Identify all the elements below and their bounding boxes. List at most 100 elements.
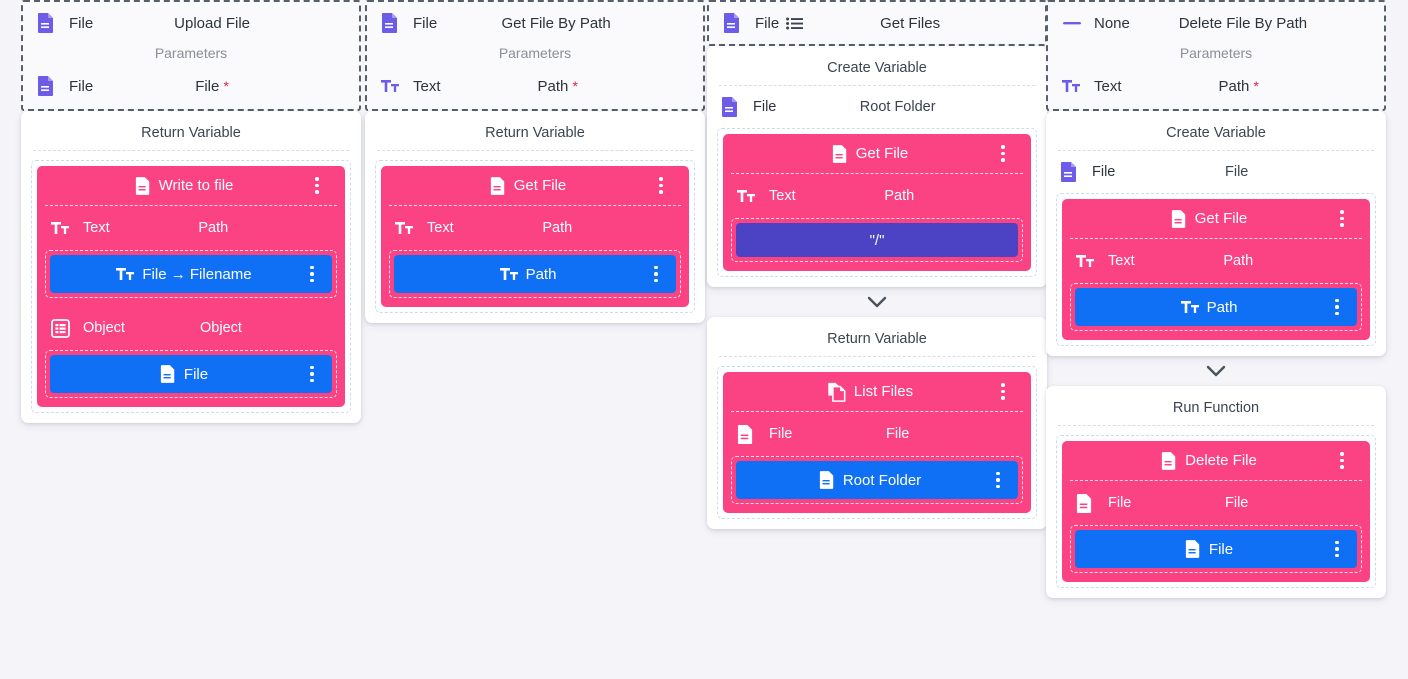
node-write-to-file[interactable]: Write to file Text Path File → Filename … [37, 166, 345, 407]
node-param-row: Object Object [37, 306, 345, 350]
function-signature[interactable]: None Delete File By Path Parameters Text… [1046, 0, 1386, 111]
node-header[interactable]: Get File [1070, 199, 1362, 239]
file-icon [135, 176, 151, 196]
param-type: File [1108, 495, 1132, 511]
return-variable-card: Return Variable Write to file Text Path … [21, 111, 361, 423]
signature-return-type-text: File [755, 14, 780, 32]
value-drop-slot[interactable]: "/" [731, 218, 1023, 262]
signature-return-type: File [413, 14, 438, 32]
function-column-upload-file: File Upload File Parameters File File * … [21, 0, 361, 423]
text-format-icon [737, 188, 763, 204]
node-label: Get File [513, 177, 567, 194]
value-drop-slot[interactable]: File → Filename [45, 250, 337, 298]
node-label: File → Filename [142, 265, 252, 283]
text-format-icon [1062, 78, 1088, 94]
file-icon [160, 364, 176, 384]
kebab-menu-icon[interactable] [653, 177, 669, 194]
node-root-folder[interactable]: Root Folder [736, 461, 1018, 499]
kebab-menu-icon[interactable] [304, 265, 320, 283]
signature-return-row: File Upload File [23, 4, 359, 42]
node-label: Delete File [1185, 452, 1257, 469]
node-drop-slot[interactable]: Get File Text Path Path [375, 160, 695, 313]
param-type: Text [83, 220, 110, 236]
list-icon [786, 17, 804, 30]
node-list-files[interactable]: List Files File File Root Folder [723, 372, 1031, 513]
node-file[interactable]: File [50, 355, 332, 393]
function-signature[interactable]: File Get File By Path Parameters Text Pa… [365, 0, 705, 111]
kebab-menu-icon[interactable] [995, 383, 1011, 400]
node-drop-slot[interactable]: Get File Text Path Path [1056, 193, 1376, 346]
param-type: Text [1108, 253, 1135, 269]
node-get-file[interactable]: Get File Text Path "/" [723, 134, 1031, 271]
signature-function-name: Upload File [174, 14, 251, 32]
node-param-row: File File [723, 412, 1031, 456]
required-marker: * [223, 77, 229, 94]
node-get-file[interactable]: Get File Text Path Path [1062, 199, 1370, 340]
chevron-down-icon [867, 296, 887, 309]
parameter-name-text: Path [1218, 77, 1250, 95]
return-variable-card: Return Variable Get File Text Path Path [365, 111, 705, 323]
node-file-filename[interactable]: File → Filename [50, 255, 332, 293]
parameter-type: Text [413, 77, 441, 95]
node-file[interactable]: File [1075, 530, 1357, 568]
kebab-menu-icon[interactable] [648, 265, 664, 283]
value-drop-slot[interactable]: File [1070, 525, 1362, 573]
node-drop-slot[interactable]: Delete File File File File [1056, 435, 1376, 588]
literal-value-node[interactable]: "/" [736, 223, 1018, 257]
value-drop-slot[interactable]: Root Folder [731, 456, 1023, 504]
node-label: List Files [853, 383, 914, 400]
value-drop-slot[interactable]: Path [1070, 283, 1362, 331]
text-format-icon [381, 78, 407, 94]
function-signature[interactable]: File Upload File Parameters File File * [21, 0, 361, 111]
node-delete-file[interactable]: Delete File File File File [1062, 441, 1370, 582]
card-title: Return Variable [377, 117, 693, 151]
parameters-label: Parameters [1179, 45, 1253, 61]
node-get-file[interactable]: Get File Text Path Path [381, 166, 689, 307]
function-column-delete-file-by-path: None Delete File By Path Parameters Text… [1046, 0, 1386, 598]
flow-connector [1046, 356, 1386, 386]
text-format-icon [1180, 299, 1199, 315]
chevron-down-icon [1206, 365, 1226, 378]
file-icon [1060, 161, 1086, 183]
node-param-row: File File [1062, 481, 1370, 525]
kebab-menu-icon[interactable] [1334, 210, 1350, 227]
node-label: Path [525, 265, 557, 283]
kebab-menu-icon[interactable] [304, 365, 320, 383]
node-param-row: Text Path [37, 206, 345, 250]
kebab-menu-icon[interactable] [1329, 540, 1345, 558]
signature-function-name: Get Files [880, 14, 941, 32]
parameter-name: File * [93, 78, 345, 95]
file-icon [721, 96, 747, 118]
signature-return-type: File [69, 14, 94, 32]
node-header[interactable]: Get File [389, 166, 681, 206]
param-name: File [886, 426, 910, 442]
parameter-name-text: Path [537, 77, 569, 95]
kebab-menu-icon[interactable] [1329, 298, 1345, 316]
node-header[interactable]: List Files [731, 372, 1023, 412]
function-signature[interactable]: File Get Files [707, 0, 1047, 46]
node-path[interactable]: Path [1075, 288, 1357, 326]
kebab-menu-icon[interactable] [1334, 452, 1350, 469]
param-name: Path [1223, 253, 1254, 269]
node-header[interactable]: Delete File [1070, 441, 1362, 481]
node-drop-slot[interactable]: List Files File File Root Folder [717, 366, 1037, 519]
param-type: Object [83, 320, 125, 336]
signature-parameter-row[interactable]: Text Path * [1048, 67, 1384, 105]
kebab-menu-icon[interactable] [309, 177, 325, 194]
parameter-name: Path * [1122, 78, 1370, 95]
node-header[interactable]: Get File [731, 134, 1023, 174]
node-label: Write to file [158, 177, 234, 194]
kebab-menu-icon[interactable] [990, 471, 1006, 489]
node-drop-slot[interactable]: Write to file Text Path File → Filename … [31, 160, 351, 413]
kebab-menu-icon[interactable] [995, 145, 1011, 162]
text-format-icon [395, 220, 421, 236]
signature-parameter-row[interactable]: Text Path * [367, 67, 703, 105]
node-drop-slot[interactable]: Get File Text Path "/" [717, 128, 1037, 277]
node-header[interactable]: Write to file [45, 166, 337, 206]
param-name: File [1225, 495, 1249, 511]
signature-parameter-row[interactable]: File File * [23, 67, 359, 105]
value-drop-slot[interactable]: File [45, 350, 337, 398]
param-type: Text [769, 188, 796, 204]
value-drop-slot[interactable]: Path [389, 250, 681, 298]
node-path[interactable]: Path [394, 255, 676, 293]
